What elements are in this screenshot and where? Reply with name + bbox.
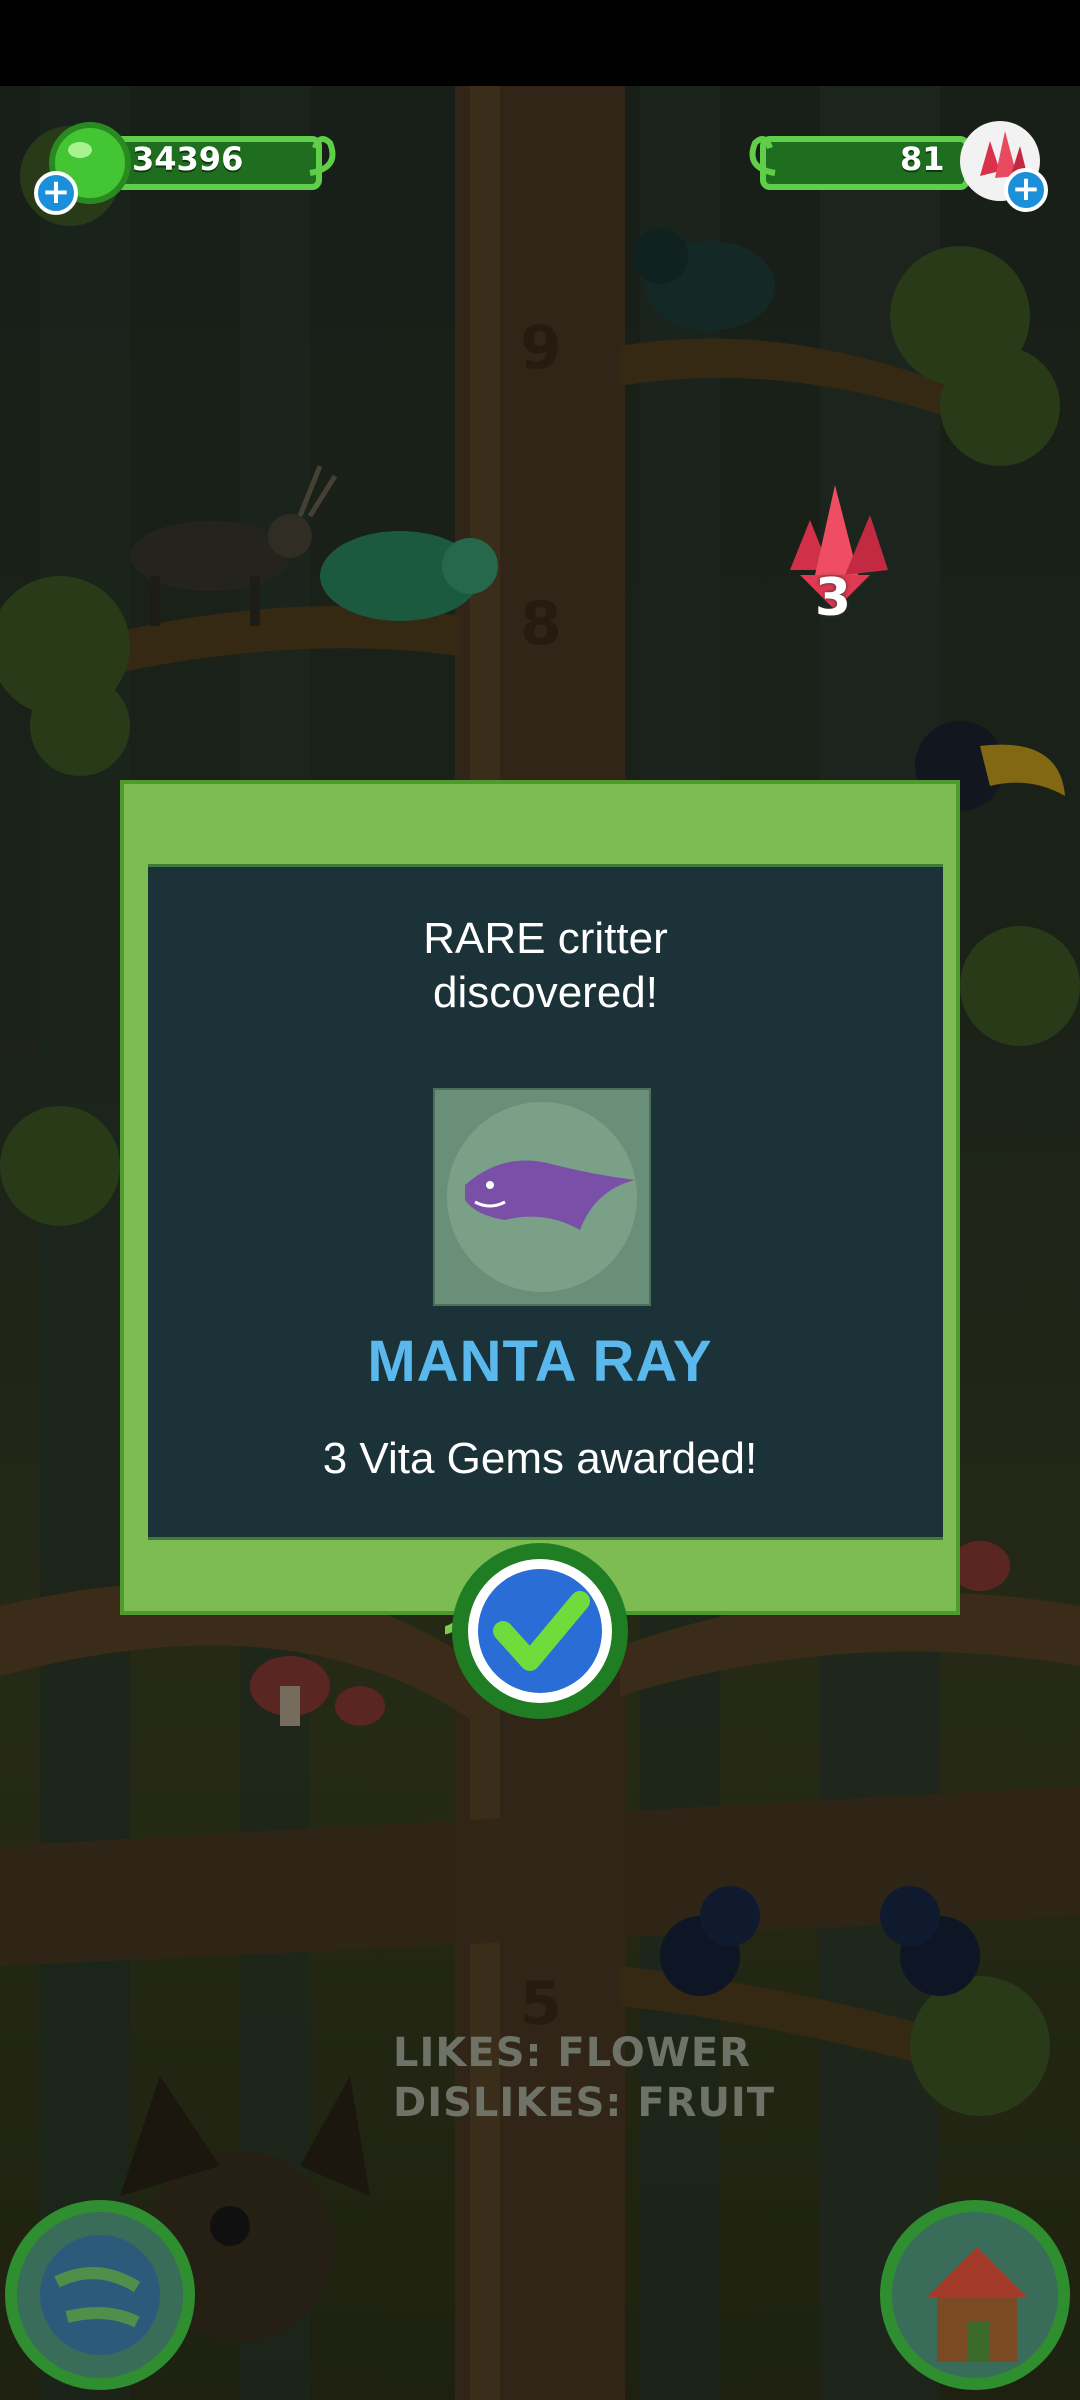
world-map-button[interactable] [5,2200,195,2390]
critter-portrait [433,1088,651,1306]
house-icon [927,2247,1027,2362]
dislikes-label: DISLIKES: FRUIT [393,2080,776,2126]
dialog-title-line1: RARE critter [423,914,668,963]
critter-name: MANTA RAY [367,1329,713,1394]
gem-reward-count: 3 [814,568,852,628]
home-button[interactable] [880,2200,1070,2390]
add-currency-button[interactable]: + [34,171,78,215]
gem-value: 81 [900,140,945,178]
vine-curl-icon [749,136,776,176]
likes-label: LIKES: FLOWER [393,2030,752,2076]
status-bar [0,0,1080,86]
manta-ray-icon [447,1102,637,1292]
award-text: 3 Vita Gems awarded! [322,1434,758,1483]
vine-curl-icon [309,136,336,176]
dialog-title-line2: discovered! [432,968,658,1017]
currency-value: 34396 [132,140,244,178]
dialog-title: RARE critter discovered! [148,912,943,1020]
globe-icon [40,2235,160,2355]
checkmark-icon [374,1543,628,1719]
confirm-button[interactable] [374,1536,635,1726]
add-gems-button[interactable]: + [1004,168,1048,212]
